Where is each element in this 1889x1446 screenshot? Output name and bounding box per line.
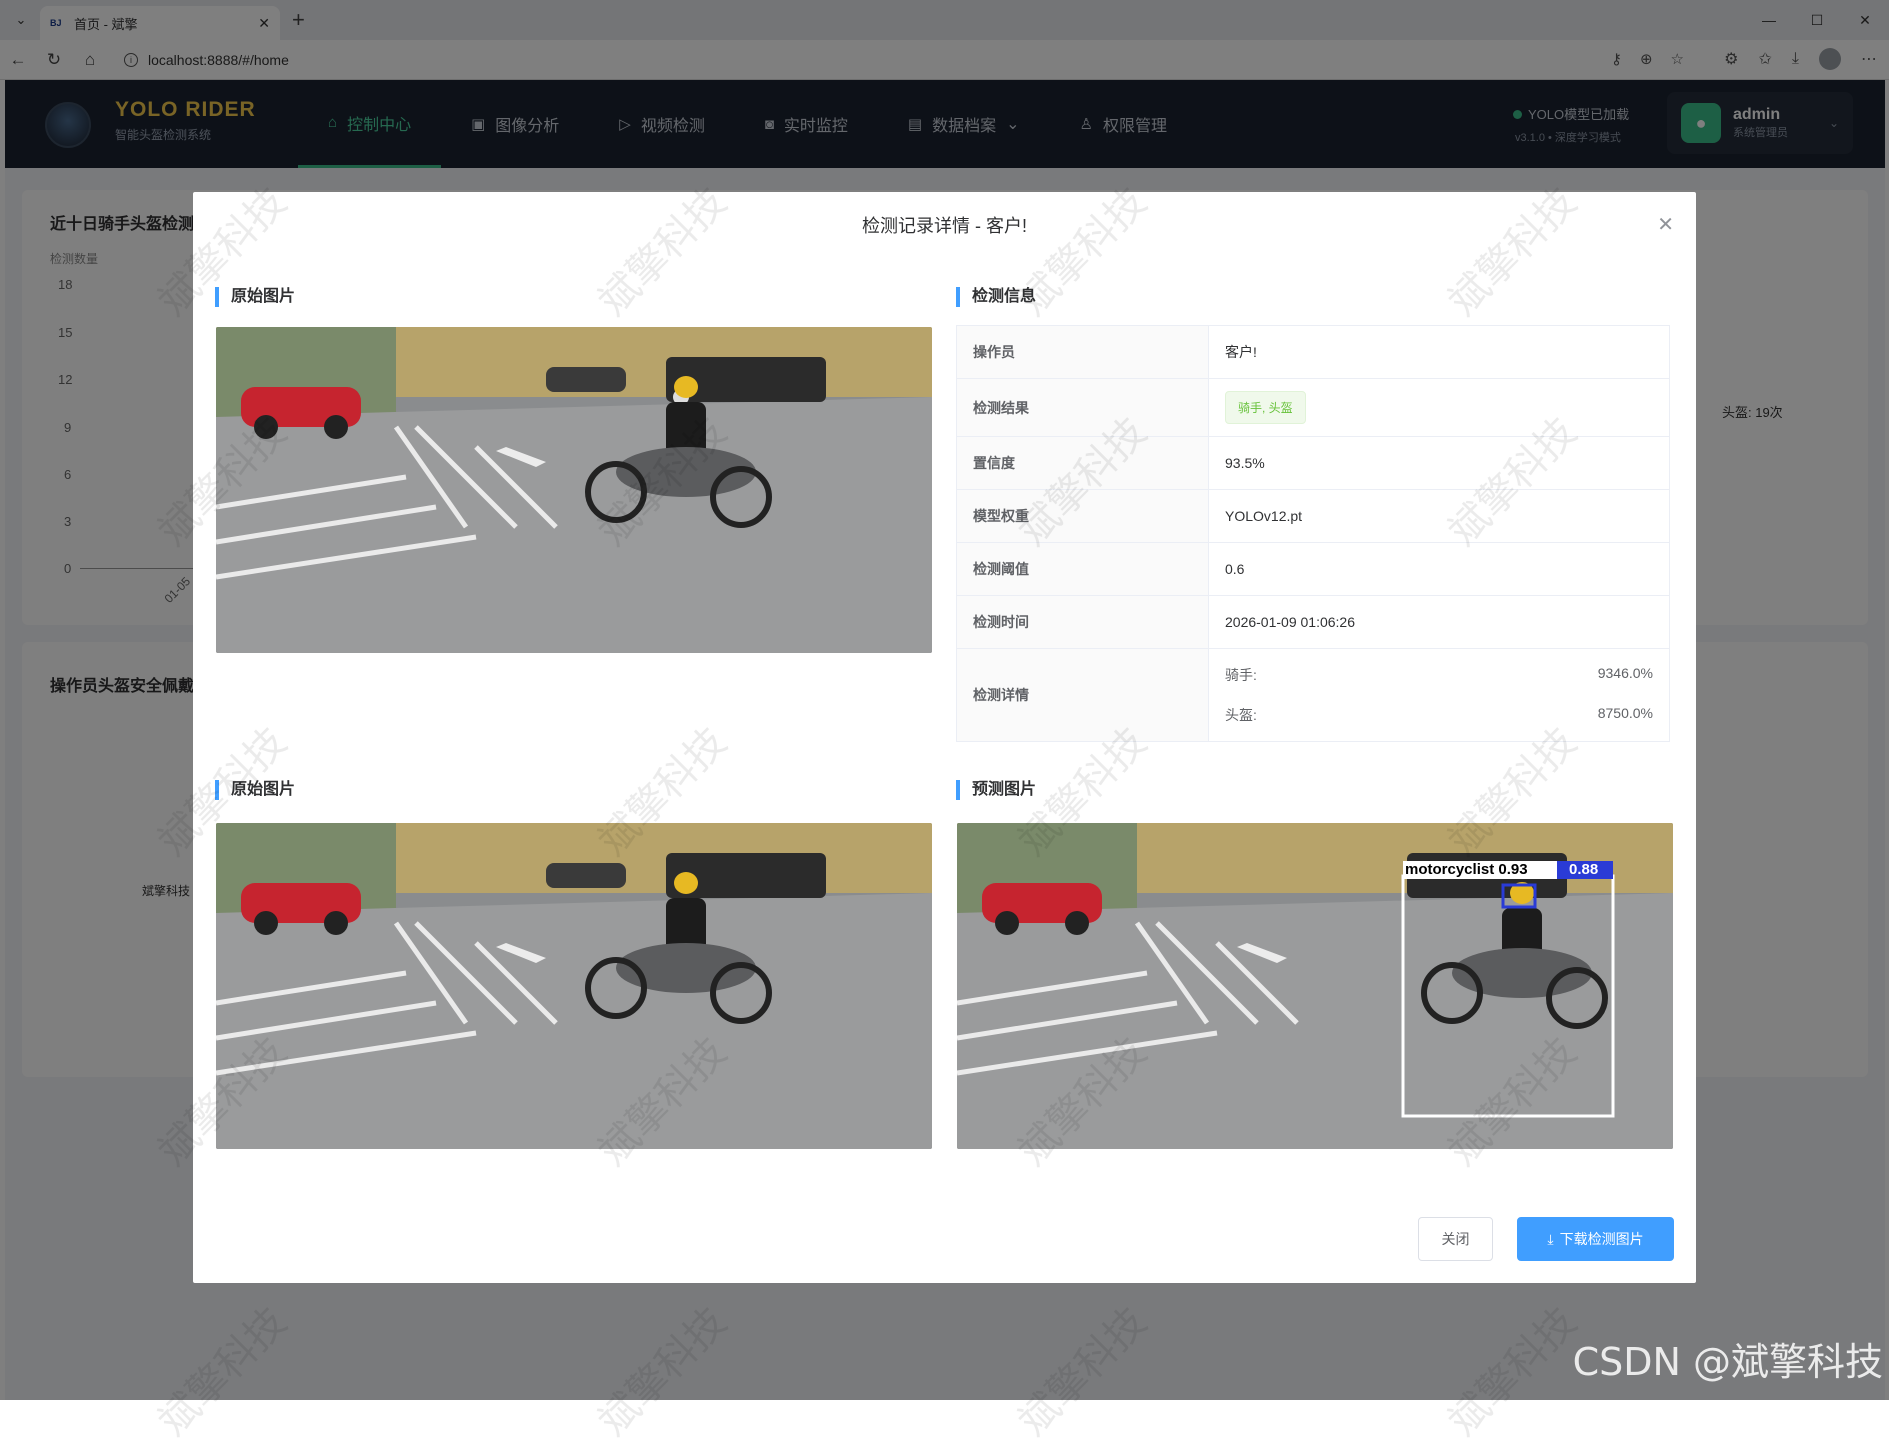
row-label: 检测时间 xyxy=(957,596,1209,649)
section-original-image: 原始图片 xyxy=(215,287,295,307)
result-tag: 骑手, 头盔 xyxy=(1225,391,1306,424)
row-label: 检测详情 xyxy=(957,649,1209,742)
row-label: 模型权重 xyxy=(957,490,1209,543)
dialog-title: 检测记录详情 - 客户! xyxy=(193,212,1696,238)
bbox-label-helmet: 0.88 xyxy=(1569,861,1598,879)
table-row: 操作员客户! xyxy=(957,326,1670,379)
table-row: 模型权重YOLOv12.pt xyxy=(957,490,1670,543)
table-row: 检测结果骑手, 头盔 xyxy=(957,379,1670,437)
row-label: 操作员 xyxy=(957,326,1209,379)
section-original-image-bottom: 原始图片 xyxy=(215,780,295,800)
original-image-bottom xyxy=(216,823,932,1149)
section-predicted-image: 预测图片 xyxy=(956,780,1036,800)
csdn-watermark: CSDN @斌擎科技 xyxy=(1573,1331,1883,1386)
threshold-value: 0.6 xyxy=(1209,543,1670,596)
table-row: 检测详情 骑手:9346.0% 头盔:8750.0% xyxy=(957,649,1670,742)
model-weight-value: YOLOv12.pt xyxy=(1209,490,1670,543)
detection-detail-dialog: 检测记录详情 - 客户! ✕ 原始图片 检测信息 xyxy=(193,192,1696,1283)
detection-info-table: 操作员客户! 检测结果骑手, 头盔 置信度93.5% 模型权重YOLOv12.p… xyxy=(956,325,1670,742)
table-row: 检测时间2026-01-09 01:06:26 xyxy=(957,596,1670,649)
bbox-label-rider: motorcyclist 0.93 xyxy=(1405,861,1528,879)
row-label: 置信度 xyxy=(957,437,1209,490)
close-button[interactable]: 关闭 xyxy=(1418,1217,1493,1261)
confidence-value: 93.5% xyxy=(1209,437,1670,490)
download-icon: ⤓ xyxy=(1547,1231,1553,1248)
operator-value: 客户! xyxy=(1209,326,1670,379)
row-label: 检测阈值 xyxy=(957,543,1209,596)
close-icon[interactable]: ✕ xyxy=(1657,212,1674,237)
predicted-image: motorcyclist 0.93 0.88 xyxy=(957,823,1673,1149)
table-row: 检测阈值0.6 xyxy=(957,543,1670,596)
section-detection-info: 检测信息 xyxy=(956,287,1036,307)
detection-time-value: 2026-01-09 01:06:26 xyxy=(1209,596,1670,649)
detail-rider: 骑手:9346.0% xyxy=(1225,655,1653,695)
detail-helmet: 头盔:8750.0% xyxy=(1225,695,1653,735)
table-row: 置信度93.5% xyxy=(957,437,1670,490)
original-image-top xyxy=(216,327,932,653)
download-image-button[interactable]: ⤓下载检测图片 xyxy=(1517,1217,1674,1261)
row-label: 检测结果 xyxy=(957,379,1209,437)
